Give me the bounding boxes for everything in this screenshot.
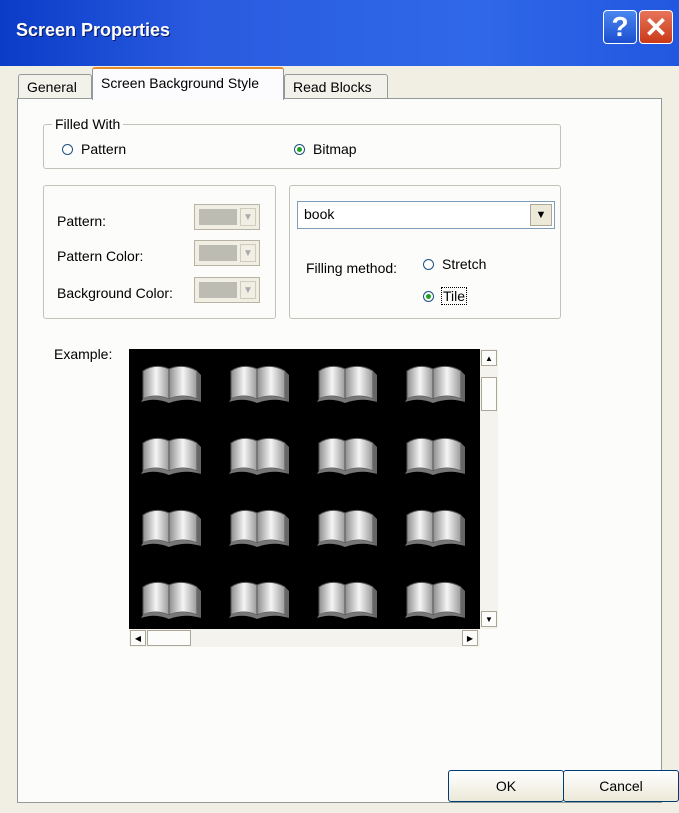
book-tile-icon	[225, 431, 291, 475]
pattern-color-label: Pattern Color:	[57, 248, 144, 264]
chevron-down-icon: ▼	[240, 281, 256, 299]
book-tile-icon	[313, 503, 379, 547]
book-tile-icon	[137, 359, 203, 403]
book-tile-icon	[225, 503, 291, 547]
close-button[interactable]: ✕	[639, 10, 673, 44]
book-tile-icon	[313, 359, 379, 403]
background-color-select[interactable]: ▼	[194, 277, 260, 303]
radio-indicator	[423, 290, 434, 302]
scroll-thumb[interactable]	[481, 377, 497, 411]
background-color-swatch	[199, 282, 237, 298]
radio-indicator	[62, 143, 73, 155]
ok-button[interactable]: OK	[448, 770, 564, 802]
scroll-down-button[interactable]: ▼	[481, 611, 497, 627]
bitmap-select[interactable]: book ▼	[297, 201, 555, 229]
pattern-label: Pattern:	[57, 213, 107, 229]
book-tile-icon	[225, 359, 291, 403]
window-title: Screen Properties	[16, 20, 171, 40]
bitmap-panel: book ▼ Filling method: Stretch Tile	[289, 185, 561, 319]
book-tile-icon	[313, 431, 379, 475]
tab-label: General	[27, 79, 77, 95]
example-preview	[129, 349, 480, 629]
chevron-down-icon: ▼	[530, 204, 552, 226]
book-tile-icon	[401, 503, 467, 547]
chevron-down-icon: ▼	[240, 208, 256, 226]
book-tile-icon	[137, 575, 203, 619]
bitmap-radio[interactable]: Bitmap	[294, 141, 357, 157]
pattern-select[interactable]: ▼	[194, 204, 260, 230]
tab-read-blocks[interactable]: Read Blocks	[284, 74, 388, 99]
book-tile-icon	[401, 359, 467, 403]
tab-label: Read Blocks	[293, 79, 372, 95]
help-button[interactable]: ?	[603, 10, 637, 44]
example-vertical-scrollbar[interactable]: ▲ ▼	[480, 349, 498, 629]
radio-indicator	[423, 258, 434, 270]
close-icon: ✕	[644, 11, 668, 43]
stretch-radio[interactable]: Stretch	[423, 256, 486, 272]
book-tile-icon	[313, 575, 379, 619]
title-bar: Screen Properties ? ✕	[0, 0, 679, 66]
example-horizontal-scrollbar[interactable]: ◀ ▶	[129, 629, 480, 647]
filling-method-label: Filling method:	[306, 260, 398, 276]
tab-screen-background-style[interactable]: Screen Background Style	[92, 67, 284, 100]
bitmap-radio-label: Bitmap	[313, 141, 357, 157]
help-icon: ?	[611, 11, 629, 42]
cancel-button[interactable]: Cancel	[563, 770, 679, 802]
tile-radio[interactable]: Tile	[423, 287, 468, 305]
scroll-thumb[interactable]	[147, 630, 191, 646]
book-tile-icon	[401, 575, 467, 619]
pattern-color-swatch	[199, 245, 237, 261]
pattern-color-select[interactable]: ▼	[194, 240, 260, 266]
background-color-label: Background Color:	[57, 285, 173, 301]
stretch-radio-label: Stretch	[442, 256, 487, 272]
example-label: Example:	[54, 346, 113, 362]
book-tile-icon	[137, 503, 203, 547]
pattern-radio-label: Pattern	[81, 141, 127, 157]
bitmap-select-value: book	[304, 206, 335, 222]
radio-indicator	[294, 143, 305, 155]
scroll-right-button[interactable]: ▶	[462, 630, 478, 646]
filled-with-group: Filled With Pattern Bitmap	[43, 116, 561, 169]
book-tile-icon	[137, 431, 203, 475]
tile-radio-label: Tile	[440, 287, 468, 305]
scroll-up-button[interactable]: ▲	[481, 350, 497, 366]
pattern-radio[interactable]: Pattern	[62, 141, 126, 157]
pattern-swatch	[199, 209, 237, 225]
book-tile-icon	[401, 431, 467, 475]
tab-label: Screen Background Style	[101, 75, 259, 91]
filled-with-label: Filled With	[52, 116, 124, 132]
pattern-panel: Pattern: ▼ Pattern Color: ▼ Background C…	[43, 185, 276, 319]
dialog-body: General Screen Background Style Read Blo…	[0, 66, 679, 813]
tab-general[interactable]: General	[18, 74, 92, 99]
tab-page: Filled With Pattern Bitmap Pattern: ▼ Pa…	[17, 98, 662, 803]
book-tile-icon	[225, 575, 291, 619]
chevron-down-icon: ▼	[240, 244, 256, 262]
scroll-left-button[interactable]: ◀	[130, 630, 146, 646]
